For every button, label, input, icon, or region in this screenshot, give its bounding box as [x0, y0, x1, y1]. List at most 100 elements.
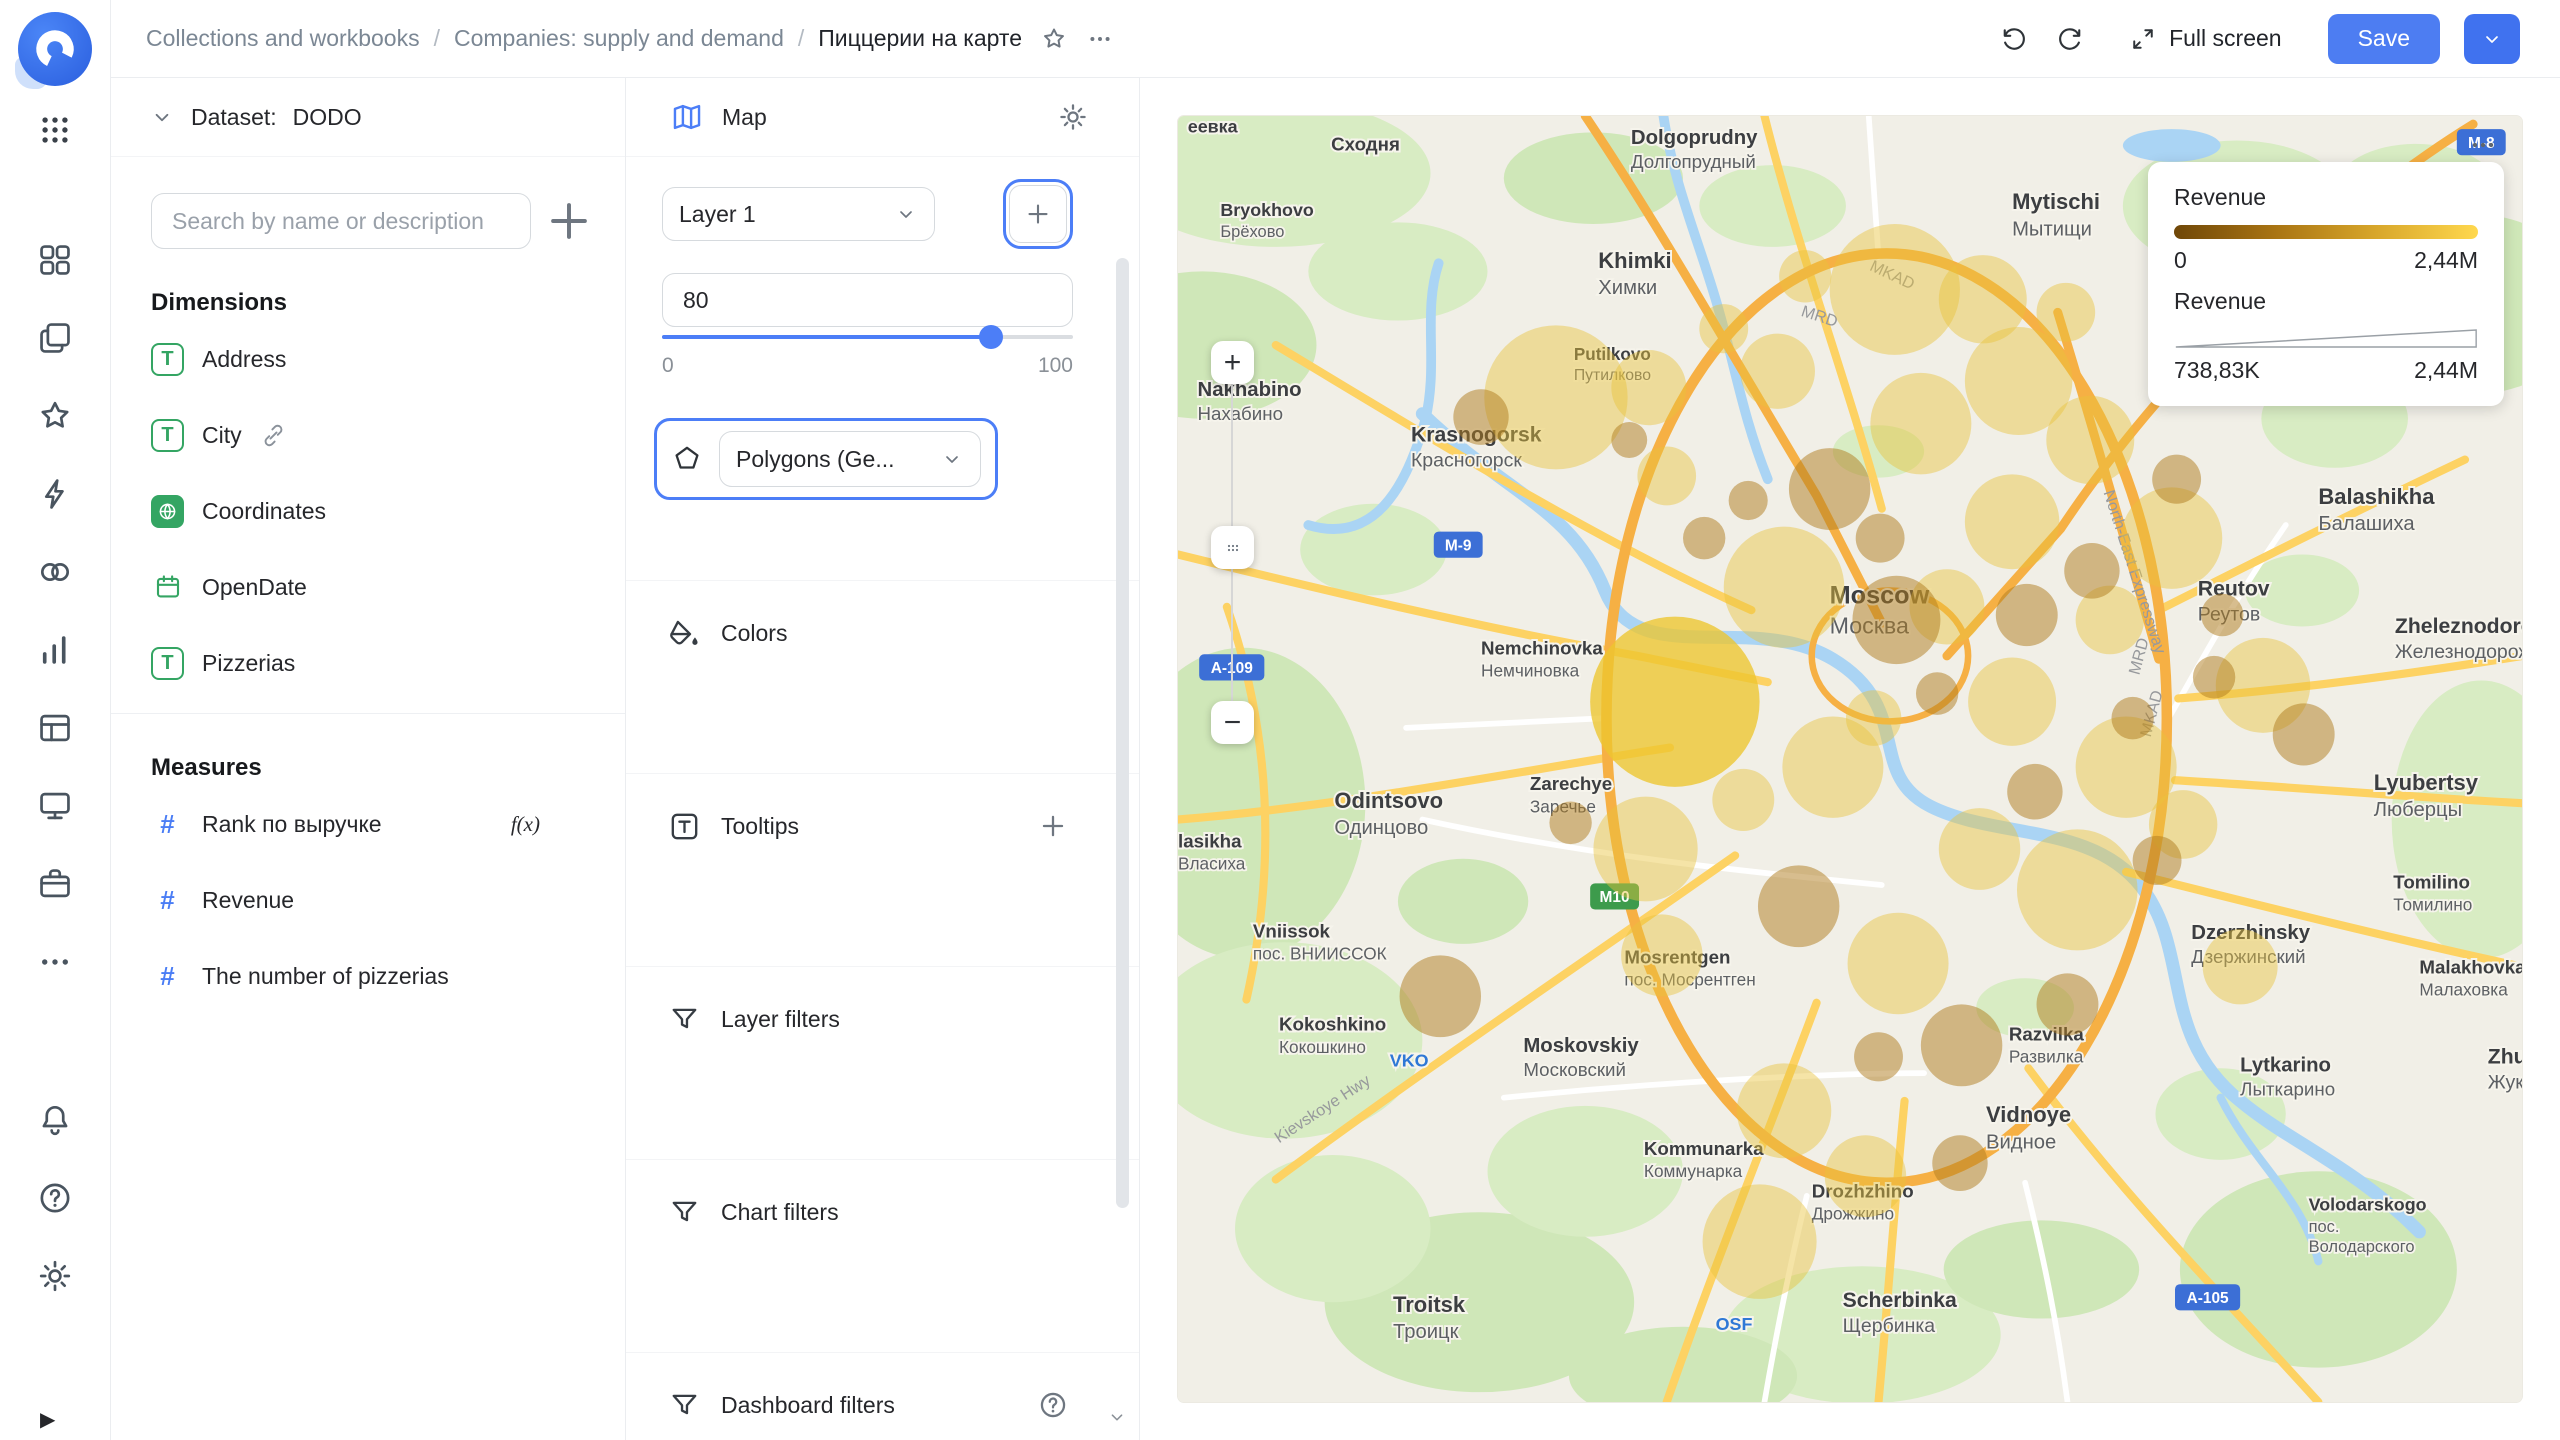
- sidebar-item-notifications[interactable]: [23, 1088, 87, 1152]
- measures-title: Measures: [151, 754, 262, 781]
- zoom-in-button[interactable]: +: [1211, 341, 1254, 384]
- funnel-icon: [668, 1389, 701, 1422]
- dimension-item[interactable]: T City: [111, 397, 625, 473]
- svg-text:Malakhovka: Malakhovka: [2419, 956, 2522, 977]
- svg-text:Scherbinka: Scherbinka: [1843, 1289, 1957, 1312]
- favorites-icon: [41, 401, 69, 428]
- layer-select[interactable]: Layer 1: [662, 187, 935, 241]
- svg-text:Долгопрудный: Долгопрудный: [1631, 151, 1756, 172]
- sidebar-item-editor[interactable]: [23, 462, 87, 526]
- text-field-icon: T: [151, 646, 184, 680]
- svg-text:пос. ВНИИССОК: пос. ВНИИССОК: [1253, 944, 1387, 964]
- add-button[interactable]: [1037, 810, 1069, 842]
- ruler-button[interactable]: [1211, 526, 1254, 569]
- more-actions-button[interactable]: [1086, 25, 1114, 53]
- sidebar-item-more[interactable]: [23, 930, 87, 994]
- fullscreen-button[interactable]: Full screen: [2129, 25, 2282, 53]
- link-icon: [264, 424, 283, 446]
- section-chart-filters[interactable]: Chart filters: [626, 1159, 1139, 1352]
- field-label: City: [202, 421, 242, 448]
- dimension-item[interactable]: Coordinates: [111, 473, 625, 549]
- dataset-name[interactable]: DODO: [293, 104, 362, 131]
- sidebar-item-connections[interactable]: [23, 540, 87, 604]
- fullscreen-icon: [2133, 28, 2153, 49]
- add-layer-button[interactable]: [1003, 179, 1073, 249]
- legend-size-min: 738,83K: [2174, 357, 2260, 383]
- geotype-select[interactable]: Polygons (Ge...: [719, 431, 981, 487]
- calendar-icon: [156, 575, 179, 598]
- save-dropdown-button[interactable]: [2464, 13, 2520, 64]
- geotype-control: Polygons (Ge...: [654, 418, 998, 500]
- scrollbar[interactable]: [1116, 258, 1129, 1208]
- dataset-header[interactable]: Dataset: DODO: [111, 78, 625, 157]
- map-canvas[interactable]: еевка Сходня Dolgoprudny Долгопрудный Mytisc…: [1177, 115, 2523, 1403]
- section-dashboard-filters[interactable]: Dashboard filters: [626, 1352, 1139, 1440]
- sidebar-item-storage[interactable]: [23, 852, 87, 916]
- favorite-star-button[interactable]: [1040, 25, 1068, 53]
- slider-min-label: 0: [662, 354, 674, 377]
- field-label: Revenue: [202, 886, 295, 913]
- gear-icon[interactable]: [1057, 101, 1089, 133]
- sidebar-item-dashboards[interactable]: [23, 774, 87, 838]
- measure-item[interactable]: # The number of pizzerias: [111, 938, 625, 1014]
- favorites-icon: [1044, 28, 1064, 48]
- legend-size-range: 738,83K 2,44M: [2174, 357, 2478, 384]
- section-label: Tooltips: [721, 813, 799, 839]
- measure-item[interactable]: # Rank по выручке f(x): [111, 786, 625, 862]
- svg-text:Малаховка: Малаховка: [2419, 980, 2508, 1000]
- help-button[interactable]: [1037, 1389, 1069, 1421]
- datalens-logo[interactable]: [15, 12, 92, 89]
- fullscreen-label: Full screen: [2169, 25, 2282, 51]
- section-label: Dashboard filters: [721, 1392, 895, 1418]
- slider-thumb[interactable]: [978, 325, 1003, 349]
- dimension-item[interactable]: OpenDate: [111, 549, 625, 625]
- sidebar-item-datasets[interactable]: [23, 696, 87, 760]
- more-icon: [2472, 142, 2494, 148]
- opacity-value-box[interactable]: 80: [662, 273, 1073, 327]
- dimension-item[interactable]: T Pizzerias: [111, 625, 625, 701]
- search-input[interactable]: [151, 193, 531, 249]
- calendar-icon: [151, 571, 184, 604]
- measure-hash-icon: #: [160, 884, 175, 915]
- dimension-item[interactable]: T Address: [111, 321, 625, 397]
- section-colors[interactable]: Colors: [626, 580, 1139, 773]
- slider-track[interactable]: [662, 324, 1073, 350]
- layer-row: Layer 1: [662, 179, 1139, 249]
- section-tooltips[interactable]: Tooltips: [626, 773, 1139, 966]
- workbooks-icon: [40, 323, 70, 353]
- layer-select-value: Layer 1: [679, 200, 756, 227]
- measure-item[interactable]: # Revenue: [111, 862, 625, 938]
- sidebar-item-help[interactable]: [23, 1166, 87, 1230]
- help-icon: [1040, 1392, 1066, 1418]
- svg-text:Володарского: Володарского: [2309, 1237, 2415, 1256]
- section-layer-filters[interactable]: Layer filters: [626, 966, 1139, 1159]
- chart-type-title: Map: [722, 103, 767, 130]
- apps-menu-button[interactable]: [27, 102, 83, 158]
- funnel-icon: [672, 1008, 697, 1029]
- save-button[interactable]: Save: [2327, 13, 2440, 64]
- svg-text:Vniissok: Vniissok: [1253, 920, 1331, 941]
- field-label: Pizzerias: [202, 649, 296, 676]
- svg-text:lasikha: lasikha: [1178, 830, 1242, 851]
- map-more-button[interactable]: [2468, 130, 2498, 160]
- undo-button[interactable]: [1999, 24, 2029, 54]
- breadcrumb-item-collections[interactable]: Collections and workbooks: [146, 25, 420, 52]
- sidebar-item-workbooks[interactable]: [23, 306, 87, 370]
- svg-text:Zhul: Zhul: [2488, 1045, 2522, 1068]
- sidebar-item-objects[interactable]: [23, 228, 87, 292]
- breadcrumb-item-workbook[interactable]: Companies: supply and demand: [454, 25, 784, 52]
- sidebar-item-settings[interactable]: [23, 1244, 87, 1308]
- redo-button[interactable]: [2055, 24, 2085, 54]
- chevron-down-icon: [1111, 1414, 1123, 1421]
- link-icon: [260, 422, 287, 449]
- add-field-button[interactable]: [541, 193, 597, 249]
- sidebar-item-favorites[interactable]: [23, 384, 87, 448]
- sidebar-item-charts[interactable]: [23, 618, 87, 682]
- chevron-down-icon: [894, 202, 918, 226]
- chevron-down-icon: [2486, 35, 2498, 43]
- svg-text:Троицк: Троицк: [1393, 1321, 1459, 1343]
- expand-panel-button[interactable]: ▶: [40, 1407, 55, 1432]
- opacity-slider: 80 0 100: [662, 273, 1073, 378]
- zoom-out-button[interactable]: −: [1211, 701, 1254, 744]
- funnel-icon: [668, 1196, 701, 1229]
